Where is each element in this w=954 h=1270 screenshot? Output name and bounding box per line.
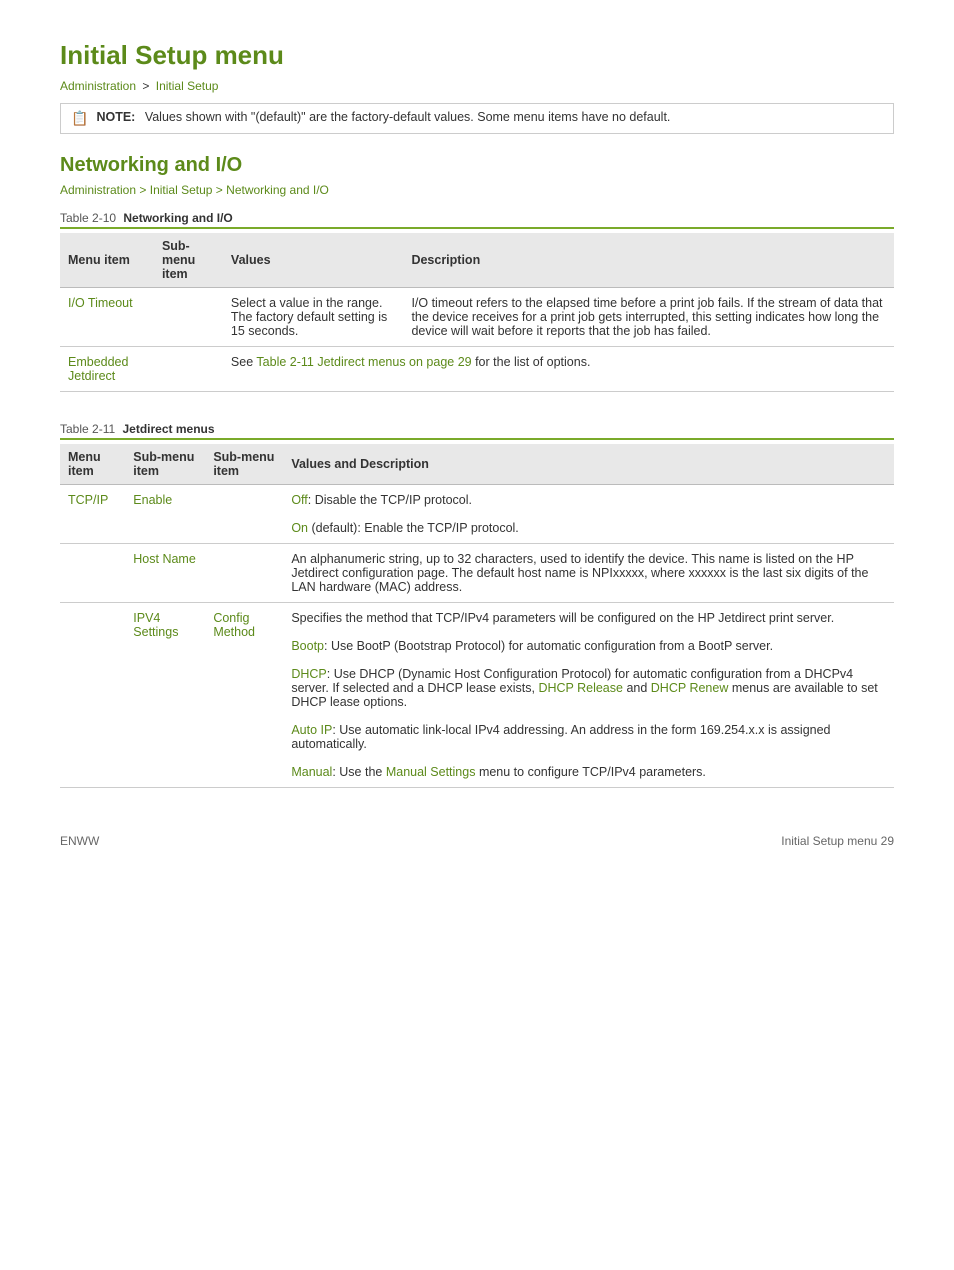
dhcp-renew-link[interactable]: DHCP Renew [651,681,729,695]
note-text: Values shown with "(default)" are the fa… [145,110,671,124]
table-row: TCP/IP Enable Off: Disable the TCP/IP pr… [60,485,894,544]
table-2-11-caption: Table 2-11 Jetdirect menus [60,422,894,440]
cell-io-timeout-values: Select a value in the range. The factory… [223,288,404,347]
note-box: 📋 NOTE: Values shown with "(default)" ar… [60,103,894,134]
cell-enable-values: Off: Disable the TCP/IP protocol. On (de… [283,485,894,544]
cell-hostname-sub2 [205,544,283,603]
section1-title: Networking and I/O [60,154,894,177]
cell-embedded-sub [154,347,223,392]
table-2-11-title: Jetdirect menus [123,422,215,436]
table-2-10-wrap: Table 2-10 Networking and I/O Menu item … [60,211,894,392]
note-label: NOTE: [96,110,135,124]
off-link[interactable]: Off [291,493,307,507]
cell-embedded-menu: Embedded Jetdirect [60,347,154,392]
on-link[interactable]: On [291,521,308,535]
col2-menu-item: Menu item [60,444,125,485]
table-row: IPV4 Settings Config Method Specifies th… [60,603,894,788]
section1-initial-link[interactable]: Initial Setup [150,183,213,197]
cell-hostname-menu [60,544,125,603]
breadcrumb-sep1: > [142,79,149,93]
breadcrumb-admin-link[interactable]: Administration [60,79,136,93]
page-title: Initial Setup menu [60,40,894,71]
table-2-10-label: Table 2-10 [60,211,116,225]
breadcrumb-initial-link[interactable]: Initial Setup [156,79,219,93]
note-icon: 📋 [71,110,88,127]
dhcp-link[interactable]: DHCP [291,667,326,681]
table-2-11-wrap: Table 2-11 Jetdirect menus Menu item Sub… [60,422,894,788]
table-row: Host Name An alphanumeric string, up to … [60,544,894,603]
col-sub-menu-item: Sub-menu item [154,233,223,288]
col-values: Values [223,233,404,288]
footer-left: ENWW [60,834,99,848]
bootp-link[interactable]: Bootp [291,639,324,653]
page-footer: ENWW Initial Setup menu 29 [60,828,894,848]
col-description: Description [403,233,894,288]
table-2-10-header-row: Menu item Sub-menu item Values Descripti… [60,233,894,288]
table-2-10-caption: Table 2-10 Networking and I/O [60,211,894,229]
table-row: I/O Timeout Select a value in the range.… [60,288,894,347]
table-2-11-header-row: Menu item Sub-menu item Sub-menu item Va… [60,444,894,485]
table-row: Embedded Jetdirect See Table 2-11 Jetdir… [60,347,894,392]
cell-io-timeout-desc: I/O timeout refers to the elapsed time b… [403,288,894,347]
cell-enable-sub: Enable [125,485,205,544]
cell-embedded-values: See Table 2-11 Jetdirect menus on page 2… [223,347,894,392]
table-2-10-title: Networking and I/O [123,211,232,225]
col2-sub-menu-2: Sub-menu item [205,444,283,485]
table-2-10: Menu item Sub-menu item Values Descripti… [60,233,894,392]
section1-admin-link[interactable]: Administration [60,183,136,197]
section1-breadcrumb: Administration > Initial Setup > Network… [60,183,894,197]
cell-tcpip-menu: TCP/IP [60,485,125,544]
cell-hostname-values: An alphanumeric string, up to 32 charact… [283,544,894,603]
col-menu-item: Menu item [60,233,154,288]
cell-hostname-sub: Host Name [125,544,205,603]
cell-enable-sub2 [205,485,283,544]
cell-ipv4-sub: IPV4 Settings [125,603,205,788]
manual-settings-link[interactable]: Manual Settings [386,765,476,779]
col2-sub-menu-1: Sub-menu item [125,444,205,485]
cell-config-sub2: Config Method [205,603,283,788]
dhcp-release-link[interactable]: DHCP Release [538,681,623,695]
cell-io-timeout-sub [154,288,223,347]
auto-ip-link[interactable]: Auto IP [291,723,332,737]
table-2-11-label: Table 2-11 [60,422,115,436]
col2-values-desc: Values and Description [283,444,894,485]
table-2-11-link[interactable]: Table 2-11 Jetdirect menus on page 29 [256,355,471,369]
cell-io-timeout-menu: I/O Timeout [60,288,154,347]
section1-current-link[interactable]: Networking and I/O [226,183,329,197]
table-2-11: Menu item Sub-menu item Sub-menu item Va… [60,444,894,788]
footer-right: Initial Setup menu 29 [781,834,894,848]
cell-ipv4-menu [60,603,125,788]
manual-link[interactable]: Manual [291,765,332,779]
breadcrumb-main: Administration > Initial Setup [60,79,894,93]
cell-ipv4-values: Specifies the method that TCP/IPv4 param… [283,603,894,788]
